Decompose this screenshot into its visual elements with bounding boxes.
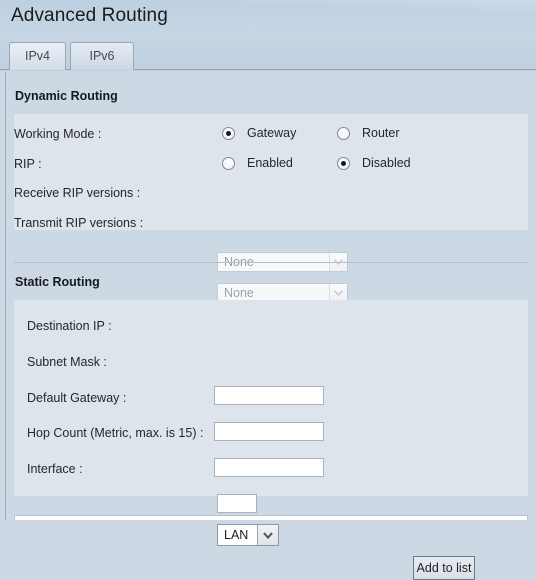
add-to-list-button[interactable]: Add to list [413,556,475,580]
subnet-mask-label: Subnet Mask : [27,355,107,369]
tab-ipv6[interactable]: IPv6 [70,42,134,70]
next-panel-top-edge [14,515,528,520]
radio-gateway-icon[interactable] [222,126,235,140]
panel-left-border [5,72,6,520]
section-divider [14,262,528,263]
advanced-routing-page: Advanced Routing IPv4 IPv6 Dynamic Routi… [0,0,536,580]
default-gateway-label: Default Gateway : [27,391,127,405]
page-header: Advanced Routing [0,0,536,38]
subnet-mask-input[interactable] [214,422,324,441]
rip-label: RIP : [14,157,42,171]
content-panel: Dynamic Routing Working Mode : Gateway R… [0,72,536,580]
header-gloss-streak [119,0,536,17]
working-mode-option-gateway-label: Gateway [247,126,297,140]
rip-option-disabled[interactable]: Disabled [337,156,411,170]
static-routing-heading: Static Routing [15,275,100,289]
rip-option-enabled[interactable]: Enabled [222,156,293,170]
destination-ip-label: Destination IP : [27,319,112,333]
transmit-rip-versions-value: None [224,286,254,300]
interface-select[interactable]: LAN [217,524,279,546]
tab-ipv4-label: IPv4 [24,49,50,63]
chevron-down-icon[interactable] [257,525,278,545]
rip-option-enabled-label: Enabled [247,156,293,170]
tab-ipv4[interactable]: IPv4 [9,42,66,70]
interface-value: LAN [224,528,249,542]
receive-rip-versions-label: Receive RIP versions : [14,186,141,200]
working-mode-option-gateway[interactable]: Gateway [222,126,296,140]
hop-count-input[interactable] [217,494,257,513]
hop-count-label: Hop Count (Metric, max. is 15) : [27,426,204,440]
radio-enabled-icon[interactable] [222,156,235,170]
working-mode-option-router[interactable]: Router [337,126,400,140]
working-mode-label: Working Mode : [14,127,102,141]
tab-bar: IPv4 IPv6 [0,38,536,71]
transmit-rip-versions-label: Transmit RIP versions : [14,216,144,230]
page-title: Advanced Routing [11,5,168,26]
radio-disabled-icon[interactable] [337,156,350,170]
radio-router-icon[interactable] [337,126,350,140]
working-mode-option-router-label: Router [362,126,400,140]
dynamic-routing-heading: Dynamic Routing [15,89,118,103]
tab-ipv6-label: IPv6 [89,49,115,63]
rip-option-disabled-label: Disabled [362,156,411,170]
interface-label: Interface : [27,462,83,476]
destination-ip-input[interactable] [214,386,324,405]
tab-active-indicator [10,69,65,70]
default-gateway-input[interactable] [214,458,324,477]
